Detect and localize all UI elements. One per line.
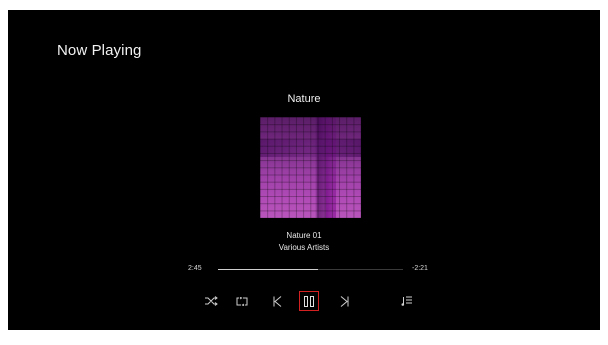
queue-button[interactable]: [397, 293, 417, 309]
page-title: Now Playing: [57, 42, 142, 59]
next-button[interactable]: [334, 293, 354, 309]
now-playing-screen: Now Playing Nature Nature 01 Various Art…: [8, 10, 600, 330]
album-artwork: [260, 117, 361, 218]
skip-previous-icon: [273, 295, 281, 307]
skip-next-icon: [340, 295, 348, 307]
track-name: Nature 01: [286, 231, 322, 240]
pause-button[interactable]: [299, 291, 319, 311]
previous-button[interactable]: [267, 293, 287, 309]
album-title: Nature: [287, 93, 321, 105]
shuffle-icon: [205, 296, 218, 306]
artist-name: Various Artists: [278, 243, 330, 252]
progress-fill: [218, 269, 318, 270]
queue-icon: [401, 296, 412, 306]
repeat-button[interactable]: [232, 293, 252, 309]
shuffle-button[interactable]: [201, 293, 221, 309]
repeat-icon: [236, 296, 248, 306]
elapsed-time: 2:45: [188, 265, 202, 272]
remaining-time: -2:21: [412, 265, 428, 272]
progress-bar[interactable]: [218, 269, 403, 270]
pause-icon: [304, 295, 314, 307]
